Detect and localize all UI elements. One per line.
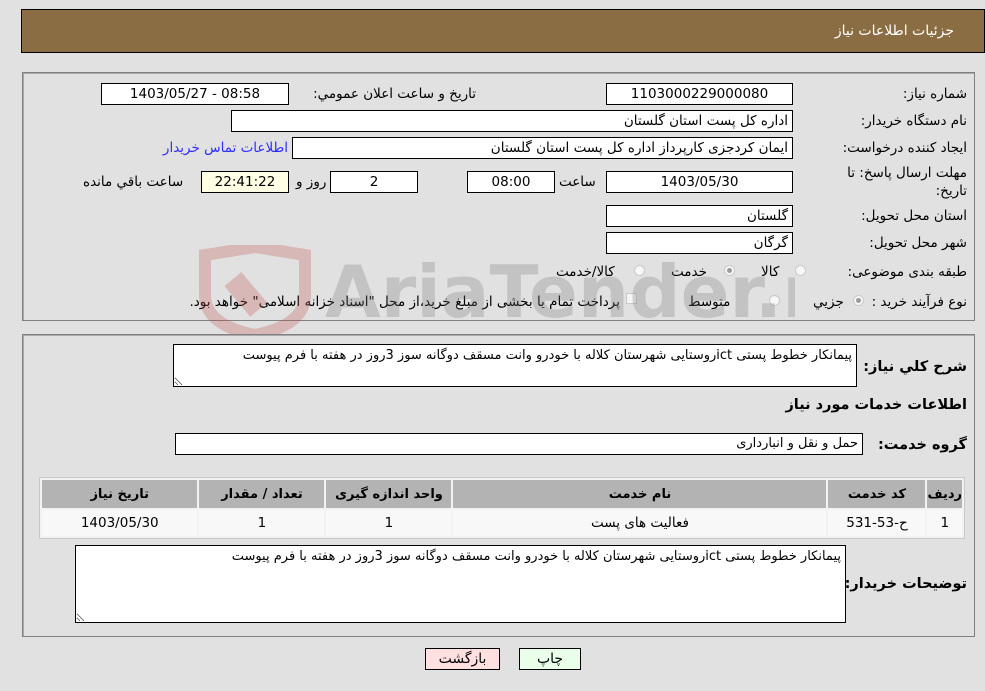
purchase-option-minor: جزيي (813, 294, 844, 310)
col-row-number: رديف (927, 480, 962, 508)
buyer-org-field[interactable]: اداره کل پست استان گلستان (231, 110, 793, 132)
category-label: طبقه بندی موضوعی: (847, 264, 967, 280)
print-button[interactable]: چاپ (519, 648, 581, 670)
deadline-date-field[interactable]: 1403/05/30 (606, 171, 793, 193)
cell-service-code: ح-53-531 (828, 510, 926, 536)
col-need-date: تاريخ نياز (42, 480, 198, 508)
deadline-label-line1: مهلت ارسال پاسخ: تا (847, 165, 967, 181)
table-row: 1 ح-53-531 فعاليت های پست 1 1 1403/05/30 (42, 510, 962, 536)
buyer-notes-textarea[interactable]: پيمانکار خطوط پستی ictروستايی شهرستان کل… (75, 545, 846, 623)
category-option-goods-service: کالا/خدمت (556, 264, 615, 280)
cell-row-number: 1 (927, 510, 962, 536)
summary-label: شرح کلي نياز: (863, 359, 967, 375)
remaining-time-label: ساعت باقي مانده (83, 174, 184, 190)
treasury-checkbox[interactable] (626, 293, 637, 304)
category-option-service: خدمت (671, 264, 707, 280)
buyer-contact-link[interactable]: اطلاعات تماس خريدار (163, 140, 288, 156)
deadline-time-field[interactable]: 08:00 (467, 171, 555, 193)
col-quantity: تعداد / مقدار (199, 480, 325, 508)
cell-service-name: فعاليت های پست (453, 510, 827, 536)
treasury-note: پرداخت تمام يا بخشی از مبلغ خريد،از محل … (189, 294, 620, 310)
page-header: جزئيات اطلاعات نياز (21, 9, 985, 53)
remaining-time-field: 22:41:22 (201, 171, 289, 193)
summary-textarea[interactable]: پيمانکار خطوط پستی ictروستايی شهرستان کل… (173, 344, 857, 387)
purchase-type-label: نوع فرآيند خريد : (871, 294, 967, 310)
buyer-notes-label: توضيحات خريدار: (844, 576, 967, 592)
service-group-label: گروه خدمت: (877, 437, 967, 453)
page-title: جزئيات اطلاعات نياز (834, 23, 954, 39)
requester-field[interactable]: ايمان کردجزی کارپرداز اداره کل پست استان… (292, 137, 793, 159)
cell-need-date: 1403/05/30 (42, 510, 198, 536)
category-radio-goods[interactable] (795, 265, 806, 276)
buyer-org-label: نام دستگاه خريدار: (860, 113, 967, 129)
deadline-days-field[interactable]: 2 (330, 171, 418, 193)
delivery-province-field[interactable]: گلستان (606, 205, 793, 227)
need-number-field[interactable]: 1103000229000080 (606, 83, 793, 105)
services-table-header: رديف کد خدمت نام خدمت واحد اندازه گيری ت… (42, 480, 962, 508)
category-radio-service[interactable] (724, 265, 735, 276)
cell-quantity: 1 (199, 510, 325, 536)
col-unit: واحد اندازه گيری (326, 480, 452, 508)
services-table: رديف کد خدمت نام خدمت واحد اندازه گيری ت… (39, 477, 965, 539)
announce-datetime-field[interactable]: 1403/05/27 - 08:58 (101, 83, 289, 105)
back-button[interactable]: بازگشت (425, 648, 500, 670)
deadline-days-label: روز و (296, 174, 327, 190)
delivery-city-field[interactable]: گرگان (606, 232, 793, 254)
col-service-code: کد خدمت (828, 480, 926, 508)
deadline-label-line2: تاريخ: (935, 183, 967, 199)
purchase-radio-medium[interactable] (769, 295, 780, 306)
announce-datetime-label: تاريخ و ساعت اعلان عمومي: (313, 86, 476, 102)
requester-label: ايجاد کننده درخواست: (842, 140, 967, 156)
category-option-goods: کالا (761, 264, 780, 280)
cell-unit: 1 (326, 510, 452, 536)
delivery-province-label: استان محل تحويل: (861, 208, 967, 224)
purchase-radio-minor[interactable] (853, 295, 864, 306)
delivery-city-label: شهر محل تحويل: (869, 235, 967, 251)
need-number-label: شماره نياز: (902, 86, 967, 102)
services-section-title: اطلاعات خدمات مورد نياز (785, 397, 967, 413)
deadline-time-label: ساعت (559, 174, 596, 190)
purchase-option-medium: متوسط (688, 294, 731, 310)
category-radio-goods-service[interactable] (634, 265, 645, 276)
col-service-name: نام خدمت (453, 480, 827, 508)
service-group-field[interactable]: حمل و نقل و انبارداری (175, 433, 863, 455)
